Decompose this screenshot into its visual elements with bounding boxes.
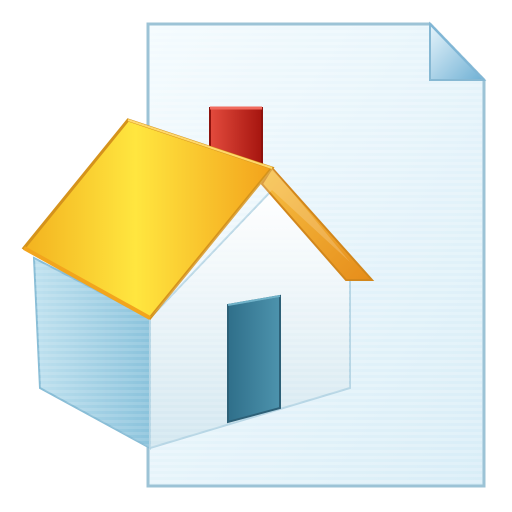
icon-canvas [0, 0, 512, 512]
door-icon [227, 294, 281, 424]
home-page-document-icon [21, 21, 487, 488]
